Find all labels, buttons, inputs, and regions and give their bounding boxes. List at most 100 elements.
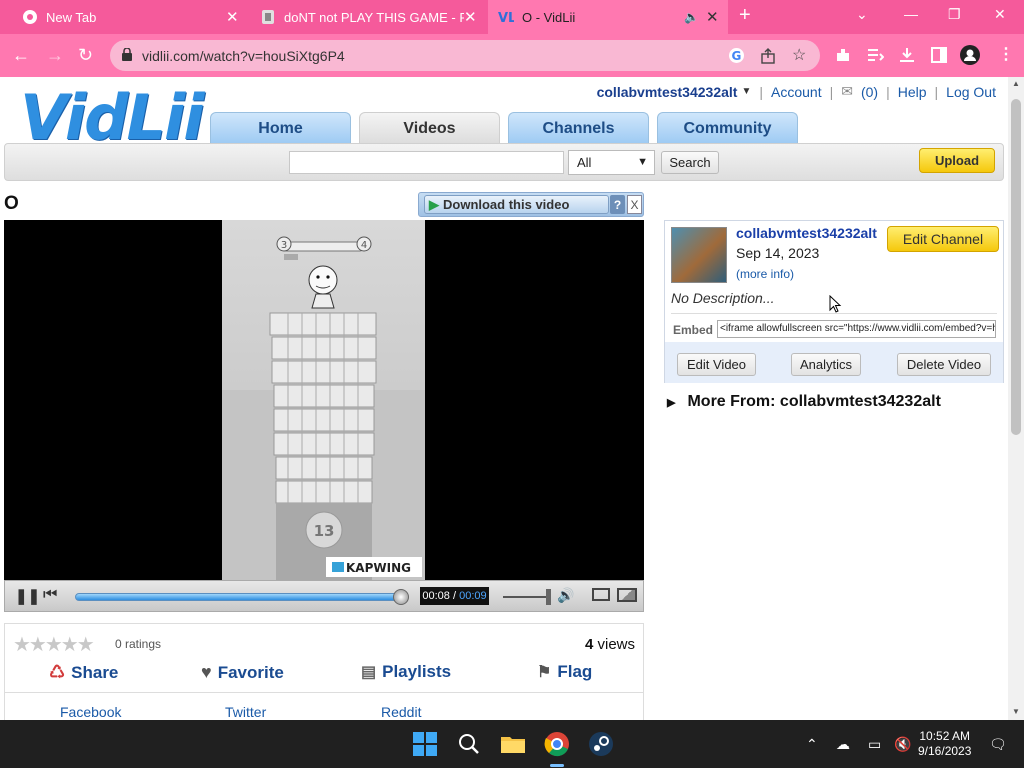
rating-stars[interactable]: ★★★★★: [13, 632, 95, 657]
mail-icon[interactable]: ✉: [841, 83, 853, 100]
share-facebook-link[interactable]: Facebook: [60, 704, 121, 720]
notifications-icon[interactable]: 🗨: [989, 736, 1007, 753]
more-info-link[interactable]: (more info): [736, 267, 794, 281]
tab-vidlii[interactable]: VL O - VidLii 🔈 ✕: [488, 0, 728, 34]
progress-bar[interactable]: [75, 593, 405, 601]
analytics-button[interactable]: Analytics: [791, 353, 861, 376]
upload-button[interactable]: Upload: [919, 148, 995, 173]
windows-taskbar: ⌃ ☁ ▭ 🔇 10:52 AM 9/16/2023 🗨: [0, 720, 1024, 768]
extensions-icon[interactable]: [834, 46, 852, 64]
pause-icon[interactable]: ❚❚: [15, 587, 40, 605]
share-icon[interactable]: [760, 48, 776, 64]
divider: [5, 692, 643, 693]
taskbar-clock[interactable]: 10:52 AM 9/16/2023: [918, 729, 971, 759]
help-link[interactable]: Help: [898, 84, 927, 100]
favorite-button[interactable]: ♥ Favorite: [201, 662, 284, 683]
close-window-icon[interactable]: ✕: [994, 6, 1006, 23]
more-from-toggle[interactable]: ▶ More From: collabvmtest34232alt: [667, 393, 941, 411]
download-help-button[interactable]: ?: [610, 195, 625, 214]
search-button[interactable]: Search: [661, 151, 719, 174]
download-video-button[interactable]: ▶ Download this video: [424, 195, 609, 214]
svg-text:VL: VL: [498, 11, 514, 25]
close-tab-icon[interactable]: ✕: [464, 8, 477, 26]
side-panel-icon[interactable]: [930, 46, 948, 64]
logout-link[interactable]: Log Out: [946, 84, 996, 100]
back-icon[interactable]: ←: [12, 45, 30, 66]
close-tab-icon[interactable]: ✕: [706, 8, 719, 26]
account-link[interactable]: Account: [771, 84, 822, 100]
download-icon[interactable]: [898, 46, 916, 64]
level-from: 3: [281, 240, 287, 251]
nav-tab-channels[interactable]: Channels: [508, 112, 649, 144]
embed-code-input[interactable]: <iframe allowfullscreen src="https://www…: [717, 320, 996, 338]
share-twitter-link[interactable]: Twitter: [225, 704, 266, 720]
bookmark-star-icon[interactable]: ☆: [792, 45, 806, 65]
nav-tab-community[interactable]: Community: [657, 112, 798, 144]
video-description: No Description...: [671, 290, 775, 306]
volume-handle[interactable]: [546, 589, 551, 605]
scroll-thumb[interactable]: [1011, 99, 1021, 435]
share-button[interactable]: ♺ Share: [49, 662, 118, 683]
select-value: All: [577, 155, 592, 170]
scroll-down-icon[interactable]: ▼: [1012, 707, 1020, 716]
download-close-button[interactable]: X: [627, 195, 642, 214]
volume-slider[interactable]: [503, 596, 549, 598]
onedrive-icon[interactable]: ☁: [836, 736, 850, 753]
new-tab-button[interactable]: +: [739, 4, 751, 27]
channel-avatar[interactable]: [671, 227, 727, 283]
address-bar[interactable]: vidlii.com/watch?v=houSiXtg6P4 G ☆: [110, 40, 820, 71]
minimize-icon[interactable]: —: [904, 6, 918, 22]
views-number: 4: [584, 636, 594, 653]
flag-button[interactable]: ⚑ Flag: [537, 662, 592, 682]
reload-icon[interactable]: ↻: [78, 45, 93, 66]
fullscreen-icon[interactable]: [617, 588, 637, 602]
search-icon[interactable]: [455, 730, 483, 758]
nav-tab-videos[interactable]: Videos: [359, 112, 500, 144]
heart-icon: ♥: [201, 662, 212, 682]
playlists-button[interactable]: ▤ Playlists: [361, 662, 451, 682]
search-input[interactable]: [289, 151, 564, 174]
close-tab-icon[interactable]: ✕: [226, 8, 239, 26]
browser-tab-strip: New Tab ✕ doNT not PLAY THIS GAME - Rol …: [0, 0, 1024, 34]
dropdown-arrow-icon[interactable]: ▼: [741, 86, 751, 97]
active-app-indicator: [550, 764, 564, 767]
edit-channel-button[interactable]: Edit Channel: [887, 226, 999, 252]
profile-avatar[interactable]: [960, 45, 980, 65]
download-bar: ▶ Download this video ? X: [418, 192, 644, 217]
tab-search-icon[interactable]: ⌄: [856, 6, 868, 23]
rating-count: 0 ratings: [115, 637, 162, 651]
inbox-count[interactable]: (0): [861, 84, 878, 100]
tray-overflow-icon[interactable]: ⌃: [806, 736, 818, 753]
tab-game[interactable]: doNT not PLAY THIS GAME - Rol ✕: [248, 0, 488, 34]
nav-tab-home[interactable]: Home: [210, 112, 351, 144]
page-icon: [262, 10, 274, 24]
url-text: vidlii.com/watch?v=houSiXtg6P4: [142, 47, 345, 64]
scroll-up-icon[interactable]: ▲: [1012, 79, 1020, 88]
video-player[interactable]: 13 3 4 KAPWING: [4, 220, 644, 580]
google-icon[interactable]: G: [728, 47, 745, 64]
forward-icon[interactable]: →: [46, 45, 64, 66]
search-bar: All ▼ Search Upload: [4, 143, 1004, 181]
windows-start-icon[interactable]: [411, 730, 439, 758]
username-link[interactable]: collabvmtest34232alt: [597, 84, 738, 100]
steam-icon[interactable]: [587, 730, 615, 758]
menu-icon[interactable]: ⋮: [998, 44, 1014, 64]
reading-list-icon[interactable]: [866, 46, 884, 64]
speaker-icon[interactable]: 🔈: [684, 10, 699, 24]
search-category-select[interactable]: All ▼: [568, 150, 655, 175]
theater-mode-icon[interactable]: [592, 588, 610, 601]
progress-handle[interactable]: [393, 589, 409, 605]
volume-muted-icon[interactable]: 🔇: [894, 736, 911, 753]
channel-name-link[interactable]: collabvmtest34232alt: [736, 225, 877, 241]
delete-video-button[interactable]: Delete Video: [897, 353, 991, 376]
file-explorer-icon[interactable]: [499, 730, 527, 758]
skip-back-icon[interactable]: ⏮: [43, 586, 57, 604]
tab-new-tab[interactable]: New Tab ✕: [0, 0, 248, 34]
network-icon[interactable]: ▭: [868, 736, 881, 753]
chrome-icon[interactable]: [543, 730, 571, 758]
volume-icon[interactable]: 🔊: [557, 587, 574, 604]
restore-icon[interactable]: ❐: [948, 6, 961, 23]
page-scrollbar[interactable]: ▲ ▼: [1008, 77, 1024, 720]
share-reddit-link[interactable]: Reddit: [381, 704, 421, 720]
edit-video-button[interactable]: Edit Video: [677, 353, 756, 376]
